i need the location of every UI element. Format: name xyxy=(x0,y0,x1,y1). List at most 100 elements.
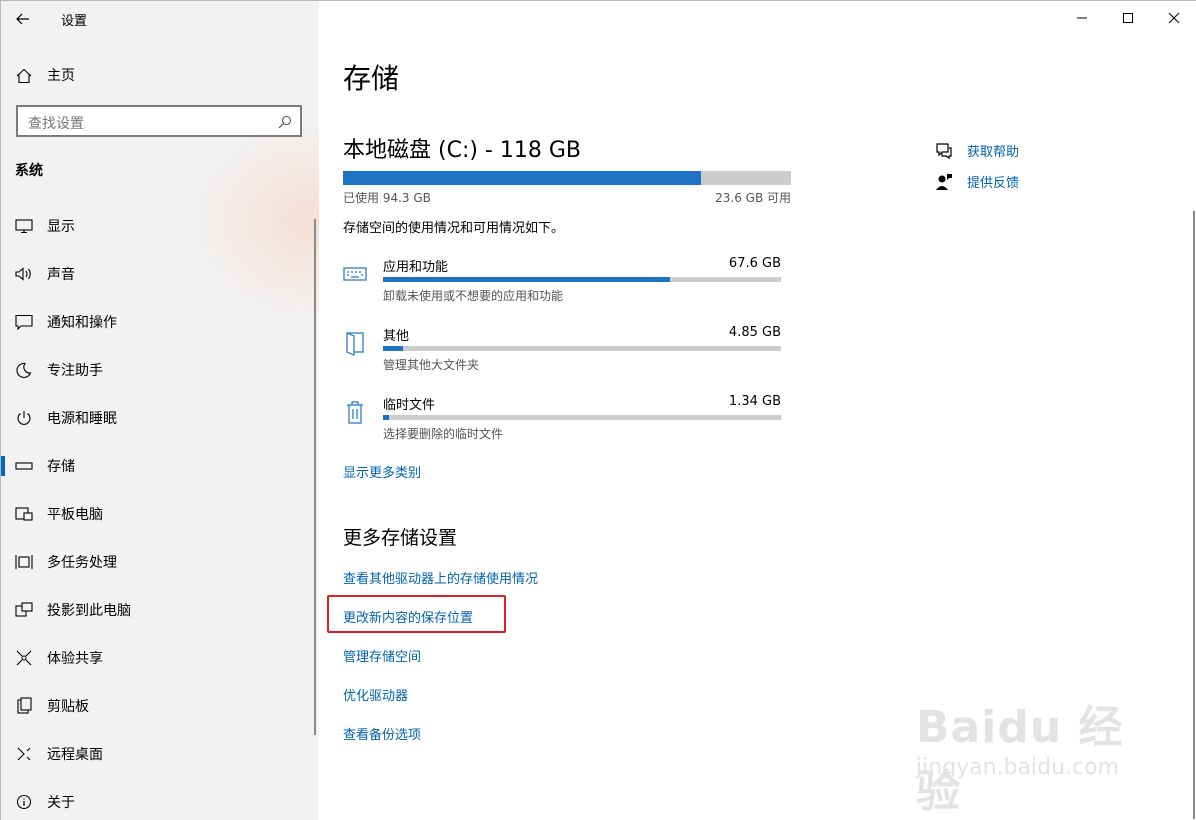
sidebar-item-power[interactable]: 电源和睡眠 xyxy=(1,394,319,442)
sidebar-item-about[interactable]: 关于 xyxy=(1,778,319,820)
keyboard-icon xyxy=(343,260,367,288)
sidebar-item-label: 剪贴板 xyxy=(47,699,89,715)
storage-icon xyxy=(14,457,34,475)
sidebar-item-shared-experiences[interactable]: 体验共享 xyxy=(1,634,319,682)
sidebar-item-clipboard[interactable]: 剪贴板 xyxy=(1,682,319,730)
power-icon xyxy=(14,409,34,427)
multitask-icon xyxy=(14,553,34,571)
sidebar-scrollbar[interactable] xyxy=(314,219,316,735)
category-name: 临时文件 xyxy=(383,398,436,413)
folder-icon xyxy=(343,329,367,357)
notification-icon xyxy=(14,313,34,331)
category-subtitle: 选择要删除的临时文件 xyxy=(383,427,504,441)
feedback-link[interactable]: 提供反馈 xyxy=(935,172,1019,191)
clipboard-icon xyxy=(14,697,34,715)
page-title: 存储 xyxy=(343,62,400,95)
disk-usage-fill xyxy=(343,171,702,185)
category-name: 应用和功能 xyxy=(383,260,449,275)
category-other[interactable]: 其他 4.85 GB 管理其他大文件夹 xyxy=(343,325,783,377)
info-icon xyxy=(14,793,34,811)
sidebar-item-display[interactable]: 显示 xyxy=(1,202,319,250)
sidebar-item-project[interactable]: 投影到此电脑 xyxy=(1,586,319,634)
category-bar-fill xyxy=(383,415,389,420)
view-other-drives-link[interactable]: 查看其他驱动器上的存储使用情况 xyxy=(343,568,538,587)
sidebar-item-label: 声音 xyxy=(47,267,75,283)
disk-used-label: 已使用 94.3 GB xyxy=(343,191,431,205)
sidebar-item-label: 关于 xyxy=(47,795,75,811)
sidebar-item-label: 专注助手 xyxy=(47,363,103,379)
category-bar xyxy=(383,277,781,282)
disk-free-label: 23.6 GB 可用 xyxy=(715,191,791,205)
view-backup-options-link[interactable]: 查看备份选项 xyxy=(343,724,421,743)
change-save-location-link[interactable]: 更改新内容的保存位置 xyxy=(343,607,473,626)
sidebar-item-label: 体验共享 xyxy=(47,651,103,667)
sidebar-item-label: 多任务处理 xyxy=(47,555,117,571)
category-size: 1.34 GB xyxy=(728,394,781,409)
trash-icon xyxy=(343,398,367,426)
category-apps[interactable]: 应用和功能 67.6 GB 卸载未使用或不想要的应用和功能 xyxy=(343,256,783,308)
sidebar-item-focus-assist[interactable]: 专注助手 xyxy=(1,346,319,394)
sidebar-item-label: 通知和操作 xyxy=(47,315,117,331)
sidebar-item-home[interactable]: 主页 xyxy=(1,61,319,89)
sidebar: 设置 主页 查找设置 系统 显示 声音 通知和操作 专注助手 电源和睡眠 存储 … xyxy=(1,1,319,820)
title-bar: 设置 xyxy=(1,1,319,37)
category-name: 其他 xyxy=(383,329,410,344)
disk-title: 本地磁盘 (C:) - 118 GB xyxy=(343,138,581,163)
minimize-icon xyxy=(1077,17,1087,19)
category-size: 67.6 GB xyxy=(728,256,781,271)
search-placeholder: 查找设置 xyxy=(28,116,84,132)
close-icon xyxy=(1168,12,1180,24)
sidebar-item-label: 电源和睡眠 xyxy=(47,411,117,427)
close-button[interactable] xyxy=(1151,1,1196,35)
category-bar-fill xyxy=(383,277,670,282)
sidebar-item-multitasking[interactable]: 多任务处理 xyxy=(1,538,319,586)
sidebar-item-tablet[interactable]: 平板电脑 xyxy=(1,490,319,538)
project-icon xyxy=(14,601,34,619)
get-help-label: 获取帮助 xyxy=(967,145,1020,160)
app-title: 设置 xyxy=(61,14,88,29)
category-bar xyxy=(383,346,781,351)
sidebar-item-label: 平板电脑 xyxy=(47,507,103,523)
storage-description: 存储空间的使用情况和可用情况如下。 xyxy=(343,221,565,236)
sidebar-item-remote-desktop[interactable]: 远程桌面 xyxy=(1,730,319,778)
show-more-categories-link[interactable]: 显示更多类别 xyxy=(343,462,421,481)
feedback-icon xyxy=(935,173,953,191)
category-size: 4.85 GB xyxy=(728,325,781,340)
feedback-label: 提供反馈 xyxy=(967,176,1020,191)
more-storage-settings-title: 更多存储设置 xyxy=(343,527,458,549)
back-arrow-icon xyxy=(16,13,29,25)
sidebar-item-sound[interactable]: 声音 xyxy=(1,250,319,298)
active-indicator xyxy=(1,456,5,476)
sidebar-item-label: 显示 xyxy=(47,219,75,235)
category-bar-fill xyxy=(383,346,403,351)
sidebar-item-label: 存储 xyxy=(47,459,75,475)
moon-icon xyxy=(14,361,34,379)
optimize-drives-link[interactable]: 优化驱动器 xyxy=(343,685,408,704)
maximize-icon xyxy=(1123,13,1133,23)
remote-desktop-icon xyxy=(14,745,34,763)
home-label: 主页 xyxy=(47,68,75,84)
back-button[interactable] xyxy=(7,5,39,33)
sidebar-item-label: 投影到此电脑 xyxy=(47,603,131,619)
section-title: 系统 xyxy=(15,163,43,179)
category-bar xyxy=(383,415,781,420)
share-icon xyxy=(14,649,34,667)
search-icon[interactable] xyxy=(278,114,292,133)
watermark-url: jingyan.baidu.com xyxy=(916,755,1120,780)
sidebar-item-notifications[interactable]: 通知和操作 xyxy=(1,298,319,346)
display-icon xyxy=(14,217,34,235)
search-input[interactable]: 查找设置 xyxy=(16,105,302,137)
disk-usage-bar xyxy=(343,171,791,185)
category-temp-files[interactable]: 临时文件 1.34 GB 选择要删除的临时文件 xyxy=(343,394,783,446)
sidebar-item-label: 远程桌面 xyxy=(47,747,103,763)
maximize-button[interactable] xyxy=(1105,1,1151,35)
home-icon xyxy=(16,68,32,88)
main-scrollbar[interactable] xyxy=(1193,211,1195,819)
get-help-link[interactable]: 获取帮助 xyxy=(935,141,1019,160)
manage-storage-spaces-link[interactable]: 管理存储空间 xyxy=(343,646,421,665)
category-subtitle: 卸载未使用或不想要的应用和功能 xyxy=(383,289,564,303)
minimize-button[interactable] xyxy=(1059,1,1105,35)
baidu-watermark: Baidu 经验 jingyan.baidu.com xyxy=(916,691,1146,817)
sidebar-item-storage[interactable]: 存储 xyxy=(1,442,319,490)
sound-icon xyxy=(14,265,34,283)
